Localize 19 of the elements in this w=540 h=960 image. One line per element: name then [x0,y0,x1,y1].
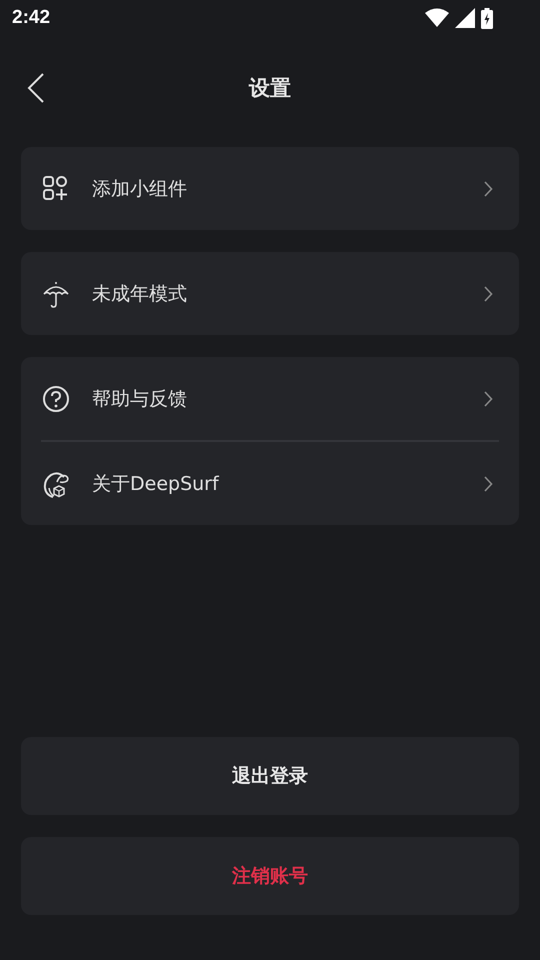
widgets-icon [42,174,70,202]
settings-item[interactable]: 帮助与反馈 [21,357,519,440]
settings-item[interactable]: 关于DeepSurf [21,442,519,525]
settings-item[interactable]: 未成年模式 [21,252,519,335]
chevron-icon [483,180,493,196]
settings-item[interactable]: 添加小组件 [21,147,519,230]
help-icon [42,384,70,412]
logout-button[interactable]: 退出登录 [21,737,519,815]
battery-icon [481,8,493,28]
surfer-logo-icon [42,470,70,498]
page-title: 设置 [249,75,291,102]
chevron-icon [483,390,493,406]
umbrella-icon [42,280,70,308]
chevron-icon [483,476,493,492]
wifi-icon [425,8,449,28]
signal-icon [455,8,475,28]
chevron-icon [483,286,493,302]
back-icon[interactable] [26,72,46,104]
status-time: 2:42 [12,7,50,29]
